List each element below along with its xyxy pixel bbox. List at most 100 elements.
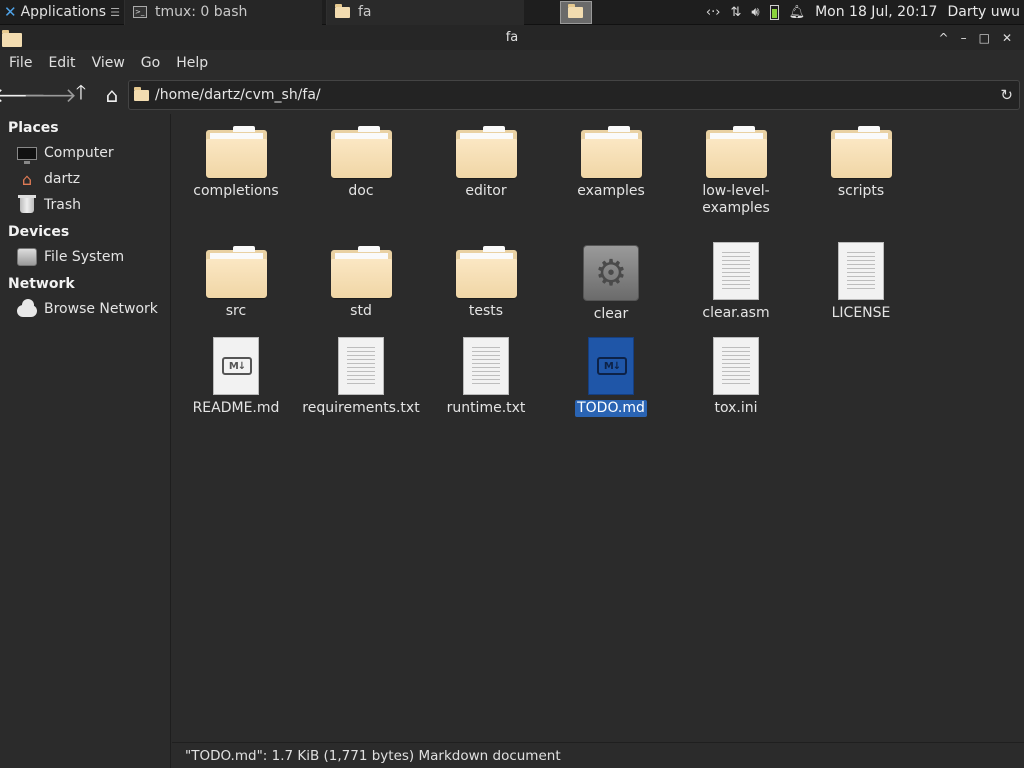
menubar: File Edit View Go Help: [0, 50, 1024, 76]
folder-icon: [334, 3, 350, 18]
file-name: scripts: [837, 183, 885, 199]
battery-icon[interactable]: [769, 4, 779, 20]
taskbar-item-label: tmux: 0 bash: [154, 4, 248, 20]
file-item[interactable]: examples: [551, 114, 671, 200]
status-bar: "TODO.md": 1.7 KiB (1,771 bytes) Markdow…: [172, 742, 1024, 768]
text-file-icon: [713, 242, 759, 300]
markdown-file-icon: M↓: [213, 337, 259, 395]
top-panel: ✕ Applications ☰ >_ tmux: 0 bash fa ‹·› …: [0, 0, 1024, 25]
toolbar: 🡐 🡒 🡑 ⌂ /home/dartz/cvm_sh/fa/ ↻: [0, 77, 1024, 113]
notification-bell-icon[interactable]: 🔔︎: [789, 5, 806, 20]
up-button[interactable]: 🡑: [68, 80, 94, 108]
folder-icon: [580, 126, 642, 178]
sidebar-item-computer[interactable]: Computer: [0, 140, 170, 166]
reload-icon[interactable]: ↻: [1000, 86, 1013, 104]
menu-help[interactable]: Help: [176, 55, 217, 71]
folder-icon: [705, 126, 767, 178]
menu-edit[interactable]: Edit: [48, 55, 84, 71]
shade-button[interactable]: ^: [939, 31, 949, 45]
sidebar-section-network: Network: [8, 276, 75, 292]
status-text: "TODO.md": 1.7 KiB (1,771 bytes) Markdow…: [185, 747, 561, 764]
sidebar-item-label: File System: [44, 249, 125, 265]
file-name: clear.asm: [702, 305, 770, 321]
text-file-icon: [338, 337, 384, 395]
window-title: fa: [505, 30, 519, 45]
folder-icon: [830, 126, 892, 178]
window-titlebar[interactable]: fa ^ – □ ✕: [0, 25, 1024, 50]
folder-icon: [455, 126, 517, 178]
clock[interactable]: Mon 18 Jul, 20:17: [815, 4, 937, 20]
taskbar-item-tmux[interactable]: >_ tmux: 0 bash: [123, 0, 322, 25]
text-file-icon: [838, 242, 884, 300]
network-status-icon[interactable]: ‹·›: [706, 5, 721, 20]
sidebar-item-dartz[interactable]: ⌂ dartz: [0, 166, 170, 192]
text-file-icon: [463, 337, 509, 395]
file-name: tox.ini: [714, 400, 758, 416]
sidebar-item-label: dartz: [44, 171, 81, 187]
close-button[interactable]: ✕: [1002, 31, 1012, 45]
file-name: clear: [593, 306, 629, 322]
minimize-button[interactable]: –: [961, 31, 967, 45]
sidebar-item-browse-network[interactable]: Browse Network: [0, 296, 170, 322]
markdown-file-icon: M↓: [588, 337, 634, 395]
file-name: low-level- examples: [702, 183, 770, 216]
file-item[interactable]: scripts: [801, 114, 921, 200]
folder-icon: [568, 3, 584, 18]
file-name: examples: [577, 183, 645, 199]
file-name: README.md: [192, 400, 280, 416]
transfer-arrows-icon[interactable]: ⇅: [730, 5, 741, 20]
file-name: std: [350, 303, 372, 319]
sidebar: Places Computer ⌂ dartz Trash Devices Fi…: [0, 114, 171, 768]
folder-icon: [205, 126, 267, 178]
file-item[interactable]: completions: [176, 114, 296, 200]
sidebar-item-trash[interactable]: Trash: [0, 192, 170, 218]
file-item[interactable]: runtime.txt: [426, 329, 546, 417]
sidebar-item-file-system[interactable]: File System: [0, 244, 170, 270]
menu-view[interactable]: View: [92, 55, 134, 71]
sidebar-section-devices: Devices: [8, 224, 70, 240]
home-icon: ⌂: [21, 169, 33, 189]
file-item[interactable]: src: [176, 234, 296, 320]
applications-menu[interactable]: ✕ Applications ☰: [0, 0, 124, 25]
taskbar-item-fa[interactable]: fa: [325, 0, 524, 25]
file-item[interactable]: LICENSE: [801, 234, 921, 322]
volume-icon[interactable]: 🔊︎: [751, 5, 759, 20]
maximize-button[interactable]: □: [979, 31, 990, 45]
applications-menu-icon: ☰: [110, 5, 120, 19]
file-item[interactable]: tox.ini: [676, 329, 796, 417]
file-name: requirements.txt: [302, 400, 420, 416]
workspace-switcher[interactable]: [559, 0, 592, 24]
system-tray: ‹·› ⇅ 🔊︎ 🔔︎ Mon 18 Jul, 20:17 Darty uwu: [706, 4, 1024, 20]
home-button[interactable]: ⌂: [99, 82, 125, 108]
file-item[interactable]: M↓ README.md: [176, 329, 296, 417]
file-item[interactable]: tests: [426, 234, 546, 320]
file-name: tests: [468, 303, 504, 319]
user-menu[interactable]: Darty uwu: [947, 4, 1020, 20]
file-item[interactable]: editor: [426, 114, 546, 200]
applications-label: Applications: [20, 4, 107, 20]
xfce-logo-icon: ✕: [4, 3, 17, 21]
sidebar-section-places: Places: [8, 120, 59, 136]
sidebar-item-label: Browse Network: [44, 301, 158, 317]
sidebar-item-label: Computer: [44, 145, 114, 161]
location-bar[interactable]: /home/dartz/cvm_sh/fa/ ↻: [128, 80, 1020, 110]
file-item[interactable]: doc: [301, 114, 421, 200]
file-item[interactable]: M↓ TODO.md: [551, 329, 671, 417]
file-item[interactable]: clear.asm: [676, 234, 796, 322]
file-name: src: [225, 303, 247, 319]
file-item[interactable]: ⚙ clear: [551, 234, 671, 323]
file-name: TODO.md: [575, 400, 647, 417]
monitor-icon: [17, 146, 37, 164]
file-item[interactable]: low-level- examples: [676, 114, 796, 217]
file-grid[interactable]: completions doc editor examples low-level- e…: [172, 114, 1024, 742]
menu-go[interactable]: Go: [141, 55, 169, 71]
file-item[interactable]: requirements.txt: [301, 329, 421, 417]
file-item[interactable]: std: [301, 234, 421, 320]
terminal-icon: >_: [132, 6, 147, 18]
forward-button[interactable]: 🡒: [23, 82, 77, 108]
folder-icon: [330, 126, 392, 178]
file-name: LICENSE: [831, 305, 891, 321]
sidebar-item-label: Trash: [44, 197, 81, 213]
menu-file[interactable]: File: [9, 55, 41, 71]
file-name: editor: [465, 183, 507, 199]
